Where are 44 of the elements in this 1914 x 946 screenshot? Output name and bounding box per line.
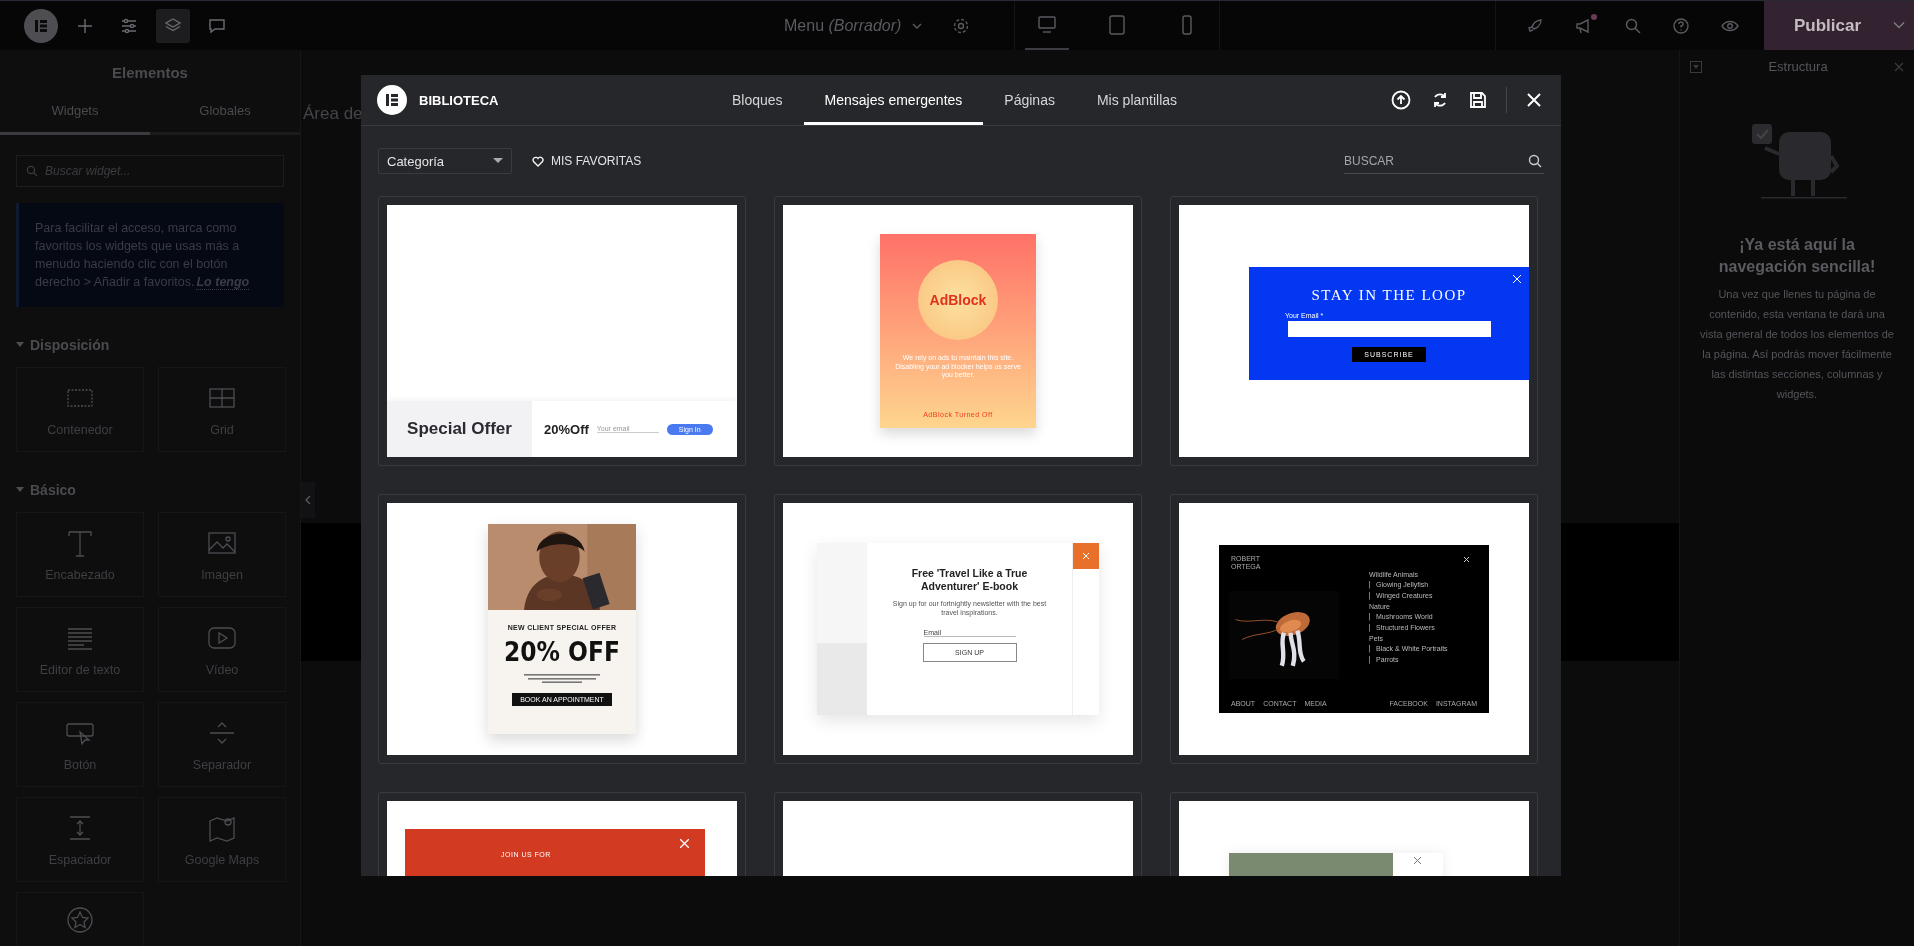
close-icon <box>1083 553 1089 559</box>
category-dropdown[interactable]: Categoría <box>378 148 512 174</box>
adblock-title: AdBlock <box>929 292 987 308</box>
publish-button[interactable]: Publicar <box>1764 1 1890 50</box>
library-tab[interactable]: Bloques <box>711 75 804 125</box>
library-tab[interactable]: Mensajes emergentes <box>803 75 984 125</box>
dropdown-toggle-icon[interactable] <box>1690 60 1702 73</box>
close-icon <box>680 839 689 848</box>
category-header[interactable]: Básico <box>16 482 284 498</box>
ebook-title: Free 'Travel Like a True Adventurer' E-book <box>910 567 1029 593</box>
logo-icon <box>377 85 407 115</box>
search-icon <box>26 165 38 177</box>
collapse-handle[interactable] <box>301 482 315 518</box>
settings-icon[interactable] <box>952 16 970 35</box>
chevron-down-icon <box>911 21 924 30</box>
close-icon <box>1464 557 1469 562</box>
structure-text: Una vez que llenes tu página de contenido, esta ventana te dará una vista general de todos los elementos de la página. Así podrás mover fácilmente las distintas secciones, columnas y widgets. <box>1699 287 1895 402</box>
rocket-icon[interactable] <box>1526 16 1544 35</box>
upload-icon[interactable] <box>1390 89 1412 111</box>
favorites-filter[interactable]: MIS FAVORITAS <box>532 154 642 168</box>
close-icon[interactable] <box>1525 91 1543 109</box>
newsletter-title: STAY IN THE LOOP <box>1311 287 1467 304</box>
layers-icon[interactable] <box>156 8 190 43</box>
panel-title: Elementos <box>111 63 189 83</box>
caret-icon <box>493 158 503 164</box>
save-icon[interactable] <box>1468 90 1488 110</box>
offer-title: 20% OFF <box>504 637 620 667</box>
search-field[interactable]: BUSCAR <box>1344 148 1544 174</box>
structure-heading: ¡Ya está aquí la navegación sencilla! <box>1717 235 1877 277</box>
close-icon <box>1513 275 1521 283</box>
panel-title: Estructura <box>1768 59 1828 74</box>
search-icon[interactable] <box>1528 154 1542 168</box>
panel-tab[interactable]: Widgets <box>0 93 150 135</box>
offer-title: Special Offer <box>407 419 512 439</box>
close-icon <box>1414 857 1421 864</box>
category-header[interactable]: Disposición <box>16 337 284 353</box>
heart-icon <box>532 155 544 167</box>
document-title[interactable]: Menu (Borrador) <box>784 16 944 35</box>
library-tab[interactable]: Mis plantillas <box>1075 75 1199 125</box>
logo-icon[interactable] <box>24 8 58 43</box>
library-tab[interactable]: Páginas <box>983 75 1076 125</box>
dialog-title: BIBLIOTECA <box>419 92 499 108</box>
help-icon[interactable] <box>1672 16 1690 35</box>
discount-text: 20%Off <box>544 421 589 437</box>
